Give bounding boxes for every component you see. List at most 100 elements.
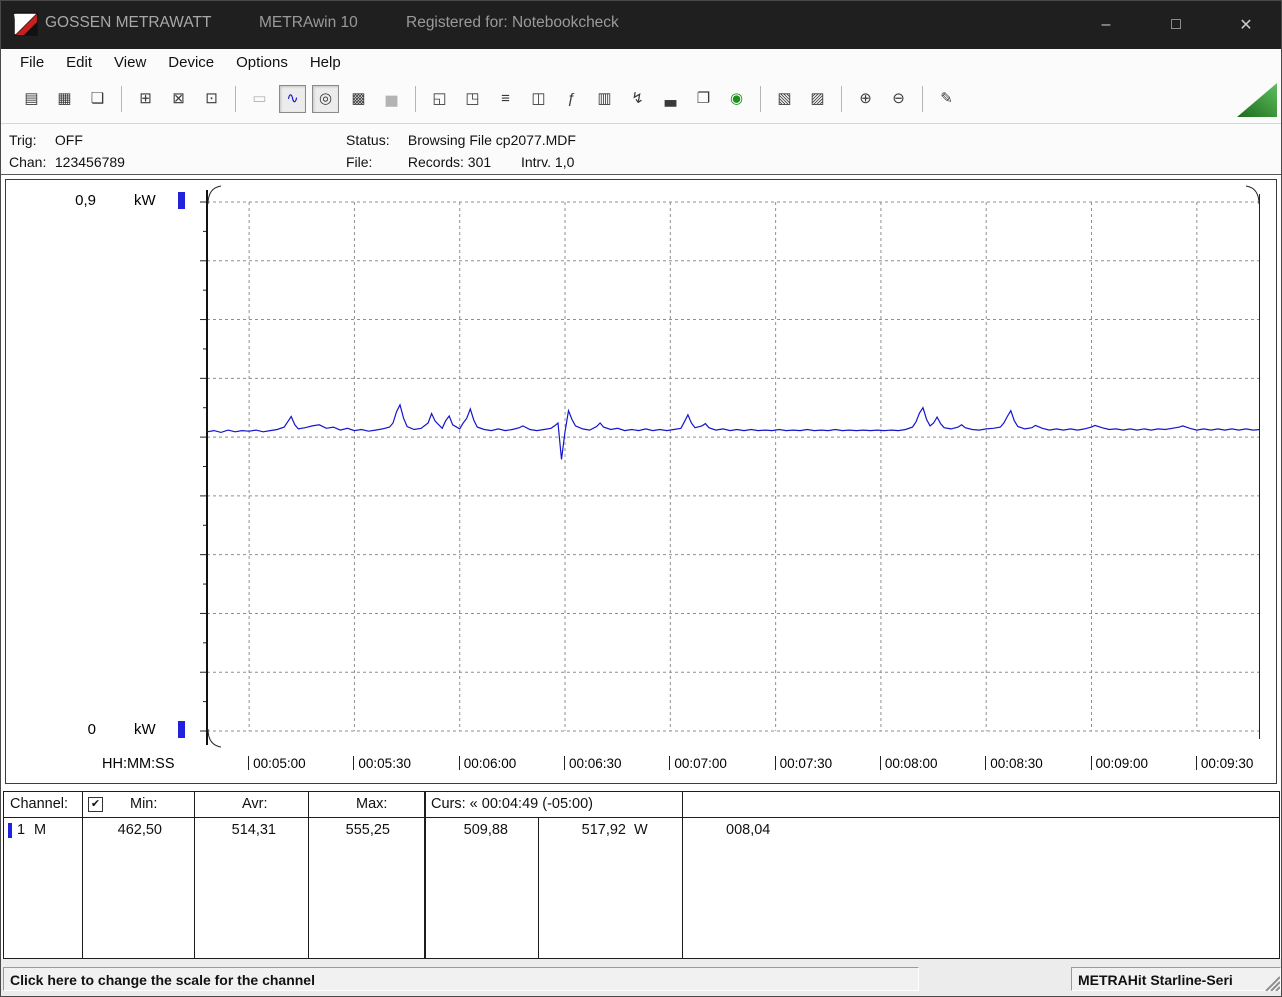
copy-icon[interactable]: ❐ (690, 85, 717, 113)
value-cursor-a: 509,88 (463, 822, 508, 838)
toolbar-separator (121, 86, 122, 112)
online-mode-icon[interactable]: ◉ (723, 85, 750, 113)
tick-mark (985, 756, 987, 770)
app-window: GOSSEN METRAWATT METRAwin 10 Registered … (0, 0, 1282, 997)
pc-transfer-icon[interactable]: ▥ (591, 85, 618, 113)
annotation-icon[interactable]: ✎ (933, 85, 960, 113)
device-memory-icon[interactable]: ⊠ (165, 85, 192, 113)
y-axis-unit-top: kW (134, 192, 156, 209)
status-bar: Click here to change the scale for the c… (1, 959, 1281, 996)
power-chart-plot[interactable] (200, 185, 1261, 748)
trigger-channel-info: Trig: OFF Chan: 123456789 (9, 129, 125, 173)
zoom-in-icon[interactable]: ⊕ (852, 85, 879, 113)
channel-number[interactable]: 1 (17, 822, 25, 838)
registered-for: Registered for: Notebookcheck (406, 14, 619, 31)
status-label: Status: (346, 132, 390, 148)
chan-value: 123456789 (54, 154, 125, 170)
formula-icon[interactable]: ƒ (558, 85, 585, 113)
file-status-info: Status: Browsing File cp2077.MDF File: R… (346, 129, 576, 173)
trig-label: Trig: (9, 132, 37, 148)
tick-mark (774, 756, 776, 770)
zoom-out-icon[interactable]: ⊖ (885, 85, 912, 113)
menu-file[interactable]: File (9, 49, 55, 77)
col-header-avr: Avr: (242, 796, 268, 812)
col-header-channel: Channel: (10, 796, 69, 812)
gossen-metrawatt-logo-icon (13, 12, 38, 41)
statusbar-hint[interactable]: Click here to change the scale for the c… (3, 967, 919, 991)
print-icon[interactable]: ▨ (804, 85, 831, 113)
x-axis-tick-label: 00:06:30 (564, 756, 622, 772)
x-axis-tick-label: 00:06:00 (458, 756, 516, 772)
close-icon[interactable]: ✕ (1211, 1, 1281, 49)
title-bar: GOSSEN METRAWATT METRAwin 10 Registered … (1, 1, 1281, 49)
table-header-divider (4, 817, 1279, 818)
table-divider (682, 792, 683, 958)
x-axis-tick-label: 00:09:00 (1090, 756, 1148, 772)
toolbar-separator (922, 86, 923, 112)
device-readout-icon[interactable]: ⊡ (198, 85, 225, 113)
sample-signal-icon[interactable]: ↯ (624, 85, 651, 113)
menu-edit[interactable]: Edit (55, 49, 103, 77)
tick-mark (879, 756, 881, 770)
statusbar-device: METRAHit Starline-Seri (1071, 967, 1281, 991)
x-axis-tick-label: 00:08:00 (879, 756, 937, 772)
channel-mode: M (34, 822, 47, 838)
table-divider (82, 792, 83, 958)
x-axis-tick-label: 00:07:30 (774, 756, 832, 772)
minimize-icon[interactable]: – (1071, 1, 1141, 49)
menu-view[interactable]: View (103, 49, 157, 77)
app-title: METRAwin 10 (259, 14, 358, 31)
file-interval: Intrv. 1,0 (520, 154, 575, 170)
channel-scale-marker-top[interactable] (178, 192, 185, 209)
export-chart-icon[interactable]: ◱ (426, 85, 453, 113)
file-records: Records: 301 (407, 154, 492, 170)
yt-chart-view-icon[interactable]: ∿ (279, 85, 306, 113)
bargraph-view-icon: ▅ (378, 85, 405, 113)
chan-label: Chan: (9, 154, 47, 170)
toolbar-separator (841, 86, 842, 112)
monitor-view-icon[interactable]: ◫ (525, 85, 552, 113)
multimeter-display-icon: ▭ (246, 85, 273, 113)
envelope-signal-icon[interactable]: ▃ (657, 85, 684, 113)
xy-view-icon[interactable]: ◎ (312, 85, 339, 113)
open-file-icon[interactable]: ❏ (84, 85, 111, 113)
toolbar-separator (760, 86, 761, 112)
toolbar-separator (235, 86, 236, 112)
table-view-icon[interactable]: ▩ (345, 85, 372, 113)
x-axis-tick-label: 00:09:30 (1195, 756, 1253, 772)
y-axis-unit-bottom: kW (134, 721, 156, 738)
device-setup-icon[interactable]: ⊞ (132, 85, 159, 113)
window-controls: – □ ✕ (1071, 1, 1281, 49)
value-avr: 514,31 (231, 822, 276, 838)
channel-visible-checkbox[interactable]: ✔ (88, 797, 103, 812)
menu-device[interactable]: Device (157, 49, 225, 77)
y-axis-max-label: 0,9 (75, 192, 96, 209)
trig-value: OFF (54, 132, 83, 148)
status-panel: Trig: OFF Chan: 123456789 Status: Browsi… (1, 123, 1281, 175)
col-header-max: Max: (356, 796, 388, 812)
toolbar-buttons: ▤ ▦ ❏ ⊞ ⊠ ⊡ ▭ ∿ ◎ ▩ ▅ ◱ ◳ ≡ ◫ ƒ ▥ ↯ ▃ ❐ ◉ ▧ ▨ ⊕ ⊖ ✎ (15, 82, 963, 116)
value-list-icon[interactable]: ≡ (492, 85, 519, 113)
y-axis-min-label: 0 (87, 721, 96, 738)
value-unit: W (634, 822, 648, 838)
maximize-icon[interactable]: □ (1141, 1, 1211, 49)
menu-bar: File Edit View Device Options Help (1, 49, 1281, 77)
tick-mark (1195, 756, 1197, 770)
x-axis-tick-label: 00:05:00 (248, 756, 306, 772)
channel-scale-marker-bottom[interactable] (178, 721, 185, 738)
toolbar: ▤ ▦ ❏ ⊞ ⊠ ⊡ ▭ ∿ ◎ ▩ ▅ ◱ ◳ ≡ ◫ ƒ ▥ ↯ ▃ ❐ ◉ ▧ ▨ ⊕ ⊖ ✎ (1, 77, 1281, 123)
menu-options[interactable]: Options (225, 49, 299, 77)
resize-grip[interactable] (1260, 971, 1281, 996)
save-file-icon[interactable]: ▦ (51, 85, 78, 113)
table-divider (194, 792, 195, 958)
channel-table: Channel: ✔ Min: Avr: Max: Curs: « 00:04:… (3, 791, 1280, 959)
new-session-icon[interactable]: ▤ (18, 85, 45, 113)
connection-status-triangle-icon (1237, 83, 1277, 122)
file-label: File: (346, 154, 373, 170)
menu-help[interactable]: Help (299, 49, 352, 77)
tick-mark (669, 756, 671, 770)
export-data-icon[interactable]: ◳ (459, 85, 486, 113)
x-axis-tick-label: 00:08:30 (985, 756, 1043, 772)
print-preview-icon[interactable]: ▧ (771, 85, 798, 113)
tick-mark (458, 756, 460, 770)
